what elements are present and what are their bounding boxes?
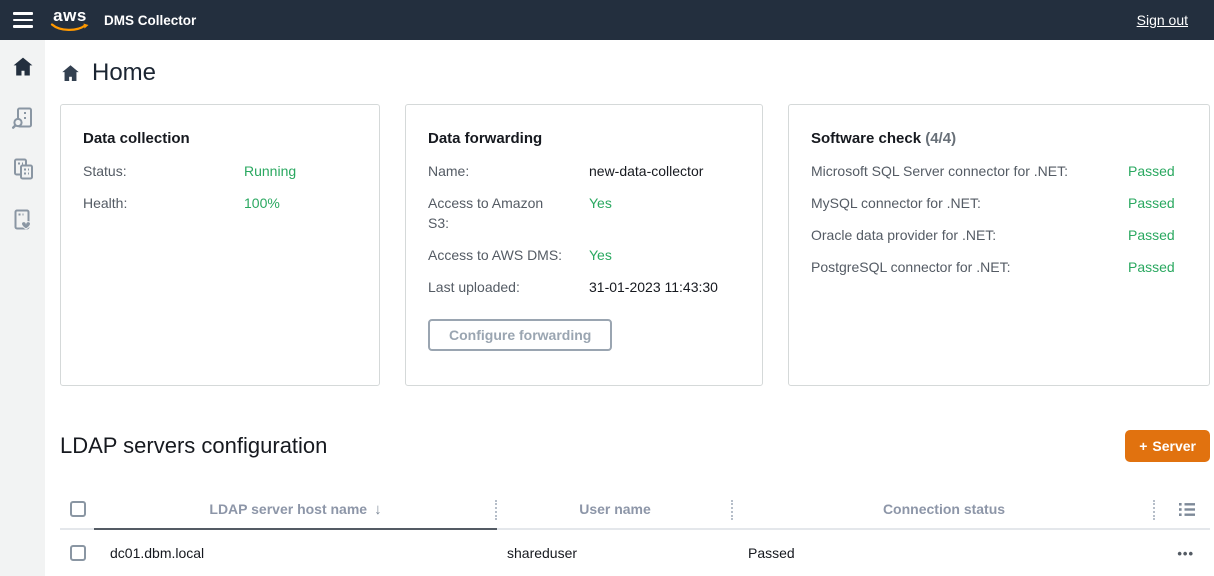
row-select-cell xyxy=(60,530,94,576)
name-row: Name: new-data-collector xyxy=(428,161,740,181)
name-label: Name: xyxy=(428,161,567,181)
column-header-connection-status[interactable]: Connection status xyxy=(733,490,1155,530)
page-title-text: Home xyxy=(92,59,156,87)
table-preferences-cell xyxy=(1155,490,1210,530)
server-copy-icon xyxy=(11,157,35,181)
row-checkbox[interactable] xyxy=(70,545,86,561)
menu-hamburger-icon[interactable] xyxy=(0,0,46,40)
dms-access-row: Access to AWS DMS: Yes xyxy=(428,245,740,265)
mssql-check-label: Microsoft SQL Server connector for .NET: xyxy=(811,161,1106,181)
server-search-icon xyxy=(11,106,35,130)
table-preferences-button[interactable] xyxy=(1178,501,1196,518)
dms-access-value: Yes xyxy=(589,245,612,265)
column-settings-icon xyxy=(1178,501,1196,518)
postgres-check-label: PostgreSQL connector for .NET: xyxy=(811,257,1106,277)
configure-forwarding-button[interactable]: Configure forwarding xyxy=(428,319,612,351)
status-value: Running xyxy=(244,161,296,181)
ldap-servers-table: LDAP server host name ↓ User name Connec… xyxy=(60,490,1210,576)
sidebar xyxy=(0,40,45,576)
main-content: Home Data collection Status: Running Hea… xyxy=(45,40,1214,576)
sidebar-item-collectors[interactable] xyxy=(10,156,36,182)
column-header-connection-status-label: Connection status xyxy=(883,501,1005,517)
ldap-section-title: LDAP servers configuration xyxy=(60,433,327,459)
s3-access-value: Yes xyxy=(589,193,612,233)
status-label: Status: xyxy=(83,161,222,181)
health-label: Health: xyxy=(83,193,222,213)
s3-access-label: Access to Amazon S3: xyxy=(428,193,567,233)
add-server-button[interactable]: + Server xyxy=(1125,430,1210,462)
select-all-cell xyxy=(60,490,94,530)
table-header-row: LDAP server host name ↓ User name Connec… xyxy=(60,490,1210,530)
column-header-user-name-label: User name xyxy=(579,501,651,517)
dms-access-label: Access to AWS DMS: xyxy=(428,245,567,265)
column-header-host-name[interactable]: LDAP server host name ↓ xyxy=(94,490,497,530)
software-check-card: Software check (4/4) Microsoft SQL Serve… xyxy=(788,104,1210,386)
health-row: Health: 100% xyxy=(83,193,357,213)
mysql-check-label: MySQL connector for .NET: xyxy=(811,193,1106,213)
add-server-button-label: Server xyxy=(1152,438,1196,454)
ldap-section-header: LDAP servers configuration + Server xyxy=(60,430,1210,462)
server-heart-icon xyxy=(11,208,35,232)
row-actions-menu-icon[interactable]: ••• xyxy=(1177,546,1194,561)
cell-host-name: dc01.dbm.local xyxy=(94,545,497,561)
aws-logo: aws xyxy=(48,8,92,32)
postgres-check-row: PostgreSQL connector for .NET: Passed xyxy=(811,257,1187,277)
data-collection-card: Data collection Status: Running Health: … xyxy=(60,104,380,386)
sort-descending-icon: ↓ xyxy=(374,501,382,518)
last-uploaded-value: 31-01-2023 11:43:30 xyxy=(589,277,718,297)
home-icon xyxy=(11,55,35,79)
page-title: Home xyxy=(60,58,1210,88)
oracle-check-row: Oracle data provider for .NET: Passed xyxy=(811,225,1187,245)
mssql-check-row: Microsoft SQL Server connector for .NET:… xyxy=(811,161,1187,181)
app-title: DMS Collector xyxy=(104,13,196,28)
data-forwarding-card: Data forwarding Name: new-data-collector… xyxy=(405,104,763,386)
last-uploaded-label: Last uploaded: xyxy=(428,277,567,297)
oracle-check-label: Oracle data provider for .NET: xyxy=(811,225,1106,245)
mssql-check-value: Passed xyxy=(1128,161,1175,181)
oracle-check-value: Passed xyxy=(1128,225,1175,245)
mysql-check-value: Passed xyxy=(1128,193,1175,213)
card-title: Data forwarding xyxy=(428,129,740,149)
last-uploaded-row: Last uploaded: 31-01-2023 11:43:30 xyxy=(428,277,740,297)
plus-icon: + xyxy=(1139,438,1147,454)
status-row: Status: Running xyxy=(83,161,357,181)
cell-actions: ••• xyxy=(1155,546,1210,561)
health-value: 100% xyxy=(244,193,280,213)
select-all-checkbox[interactable] xyxy=(70,501,86,517)
card-title: Software check (4/4) xyxy=(811,129,1187,149)
card-title: Data collection xyxy=(83,129,357,149)
top-navigation-bar: aws DMS Collector Sign out xyxy=(0,0,1214,40)
aws-smile-icon xyxy=(50,23,90,32)
column-header-user-name[interactable]: User name xyxy=(497,490,733,530)
home-breadcrumb-icon xyxy=(60,63,81,84)
sidebar-item-home[interactable] xyxy=(10,54,36,80)
sign-out-link[interactable]: Sign out xyxy=(1137,12,1188,28)
software-check-count: (4/4) xyxy=(925,130,956,147)
status-cards: Data collection Status: Running Health: … xyxy=(60,104,1210,386)
postgres-check-value: Passed xyxy=(1128,257,1175,277)
column-resize-handle[interactable] xyxy=(1153,500,1155,520)
s3-access-row: Access to Amazon S3: Yes xyxy=(428,193,740,233)
cell-user-name: shareduser xyxy=(497,545,733,561)
sidebar-item-data-discovery[interactable] xyxy=(10,105,36,131)
table-row: dc01.dbm.local shareduser Passed ••• xyxy=(60,530,1210,576)
sidebar-item-health[interactable] xyxy=(10,207,36,233)
mysql-check-row: MySQL connector for .NET: Passed xyxy=(811,193,1187,213)
aws-logo-text: aws xyxy=(53,8,87,23)
name-value: new-data-collector xyxy=(589,161,703,181)
software-check-title: Software check xyxy=(811,130,921,147)
column-header-host-name-label: LDAP server host name xyxy=(209,501,367,517)
cell-connection-status: Passed xyxy=(733,545,1155,561)
